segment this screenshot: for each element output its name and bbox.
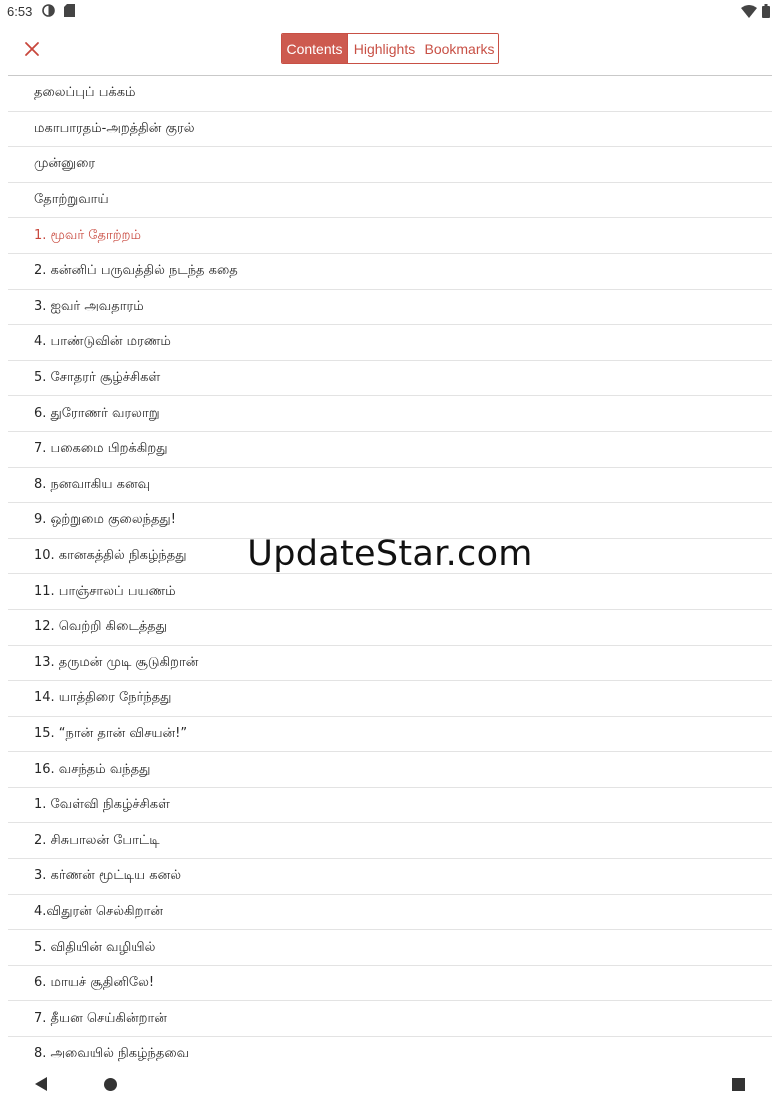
toc-item[interactable]: 8. நனவாகிய கனவு — [8, 468, 772, 504]
toc-item[interactable]: 11. பாஞ்சாலப் பயணம் — [8, 574, 772, 610]
status-bar: 6:53 — [0, 0, 780, 24]
status-icons-right — [741, 4, 770, 21]
toc-item[interactable]: 7. தீயன செய்கின்றான் — [8, 1001, 772, 1038]
toc-item[interactable]: தோற்றுவாய் — [8, 183, 772, 219]
toc-item[interactable]: 13. தருமன் முடி சூடுகிறான் — [8, 646, 772, 682]
tab-contents[interactable]: Contents — [282, 34, 347, 63]
status-time: 6:53 — [7, 4, 33, 19]
toc-item[interactable]: 2. சிசுபாலன் போட்டி — [8, 823, 772, 860]
sd-card-icon — [64, 4, 75, 20]
toc-item[interactable]: மகாபாரதம்-அறத்தின் குரல் — [8, 112, 772, 148]
close-icon — [25, 42, 39, 56]
toc-item[interactable]: 7. பகைமை பிறக்கிறது — [8, 432, 772, 468]
home-icon[interactable] — [104, 1078, 117, 1091]
toc-item[interactable]: 3. ஐவர் அவதாரம் — [8, 290, 772, 326]
toc-item[interactable]: 4. பாண்டுவின் மரணம் — [8, 325, 772, 361]
tab-bookmarks[interactable]: Bookmarks — [421, 34, 498, 63]
recents-icon[interactable] — [732, 1078, 745, 1091]
toc-item[interactable]: 15. “நான் தான் விசயன்!” — [8, 717, 772, 753]
toc-item[interactable]: 16. வசந்தம் வந்தது — [8, 752, 772, 788]
tab-highlights[interactable]: Highlights — [347, 34, 421, 63]
toc-item[interactable]: 9. ஒற்றுமை குலைந்தது! — [8, 503, 772, 539]
toc-item[interactable]: 6. துரோணர் வரலாறு — [8, 396, 772, 432]
toc-item[interactable]: 3. கர்ணன் மூட்டிய கனல் — [8, 859, 772, 895]
tab-switcher: Contents Highlights Bookmarks — [281, 33, 499, 64]
toolbar: Contents Highlights Bookmarks — [0, 24, 780, 74]
toc-item[interactable]: 8. அவையில் நிகழ்ந்தவை — [8, 1037, 772, 1070]
battery-icon — [762, 4, 770, 21]
sync-icon — [42, 4, 55, 20]
toc-item[interactable]: 10. கானகத்தில் நிகழ்ந்தது — [8, 539, 772, 575]
wifi-icon — [741, 4, 757, 21]
toc-item[interactable]: தலைப்புப் பக்கம் — [8, 76, 772, 112]
toc-item[interactable]: 1. வேள்வி நிகழ்ச்சிகள் — [8, 788, 772, 824]
toc-item[interactable]: 4.விதுரன் செல்கிறான் — [8, 895, 772, 931]
toc-item[interactable]: 12. வெற்றி கிடைத்தது — [8, 610, 772, 646]
toc-item[interactable]: 5. சோதரர் சூழ்ச்சிகள் — [8, 361, 772, 397]
back-button[interactable] — [34, 1076, 48, 1096]
nav-bar — [0, 1070, 780, 1109]
status-icons-left — [42, 4, 75, 20]
toc-item-current[interactable]: 1. மூவர் தோற்றம் — [8, 218, 772, 254]
back-icon — [35, 1077, 47, 1091]
close-button[interactable] — [19, 36, 45, 62]
toc-item[interactable]: 6. மாயச் சூதினிலே! — [8, 966, 772, 1002]
toc-item[interactable]: முன்னுரை — [8, 147, 772, 183]
toc-item[interactable]: 5. விதியின் வழியில் — [8, 930, 772, 966]
toc-item[interactable]: 2. கன்னிப் பருவத்தில் நடந்த கதை — [8, 254, 772, 290]
toc-list[interactable]: தலைப்புப் பக்கம் மகாபாரதம்-அறத்தின் குரல்… — [8, 76, 772, 1070]
toc-item[interactable]: 14. யாத்திரை நேர்ந்தது — [8, 681, 772, 717]
